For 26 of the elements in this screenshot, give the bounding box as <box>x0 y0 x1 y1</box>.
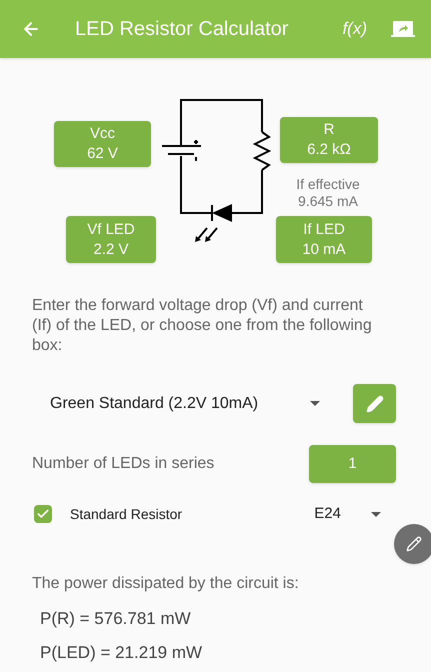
resistor-series-dropdown[interactable]: E24 <box>314 503 381 526</box>
value-button[interactable]: If LED 10 mA <box>276 216 372 263</box>
dropdown-caret-icon <box>371 512 381 517</box>
share-screen-icon[interactable] <box>391 20 415 38</box>
effective-current-label: If effective <box>296 176 360 193</box>
edit-button[interactable] <box>353 384 396 423</box>
floating-edit-button[interactable] <box>394 524 431 564</box>
power-heading: The power dissipated by the circuit is: <box>31 574 300 594</box>
value-button[interactable]: R 6.2 kΩ <box>280 117 378 163</box>
instructions-text: Enter the forward voltage drop (Vf) and current (If) of the LED, or choose one from the following box: <box>31 296 373 356</box>
pencil-icon <box>406 536 422 552</box>
value-button[interactable]: Vcc 62 V <box>54 121 151 167</box>
standard-resistor-checkbox[interactable] <box>34 505 52 524</box>
standard-resistor-label: Standard Resistor <box>70 504 182 524</box>
value-button[interactable]: Vf LED 2.2 V <box>66 216 156 263</box>
app-title: LED Resistor Calculator <box>75 17 288 42</box>
dropdown-caret-icon <box>310 401 320 406</box>
effective-current-value: 9.645 mA <box>298 193 358 210</box>
pencil-icon <box>366 394 384 412</box>
power-result: P(R) = 576.781 mW <box>39 608 192 630</box>
series-label: Number of LEDs in series <box>32 454 214 474</box>
function-button[interactable]: f(x) <box>342 16 367 42</box>
series-count-button[interactable]: 1 <box>309 445 396 483</box>
back-icon[interactable] <box>21 19 41 39</box>
led-preset-dropdown[interactable]: Green Standard (2.2V 10mA) <box>50 392 320 416</box>
power-result: P(LED) = 21.219 mW <box>39 642 204 664</box>
